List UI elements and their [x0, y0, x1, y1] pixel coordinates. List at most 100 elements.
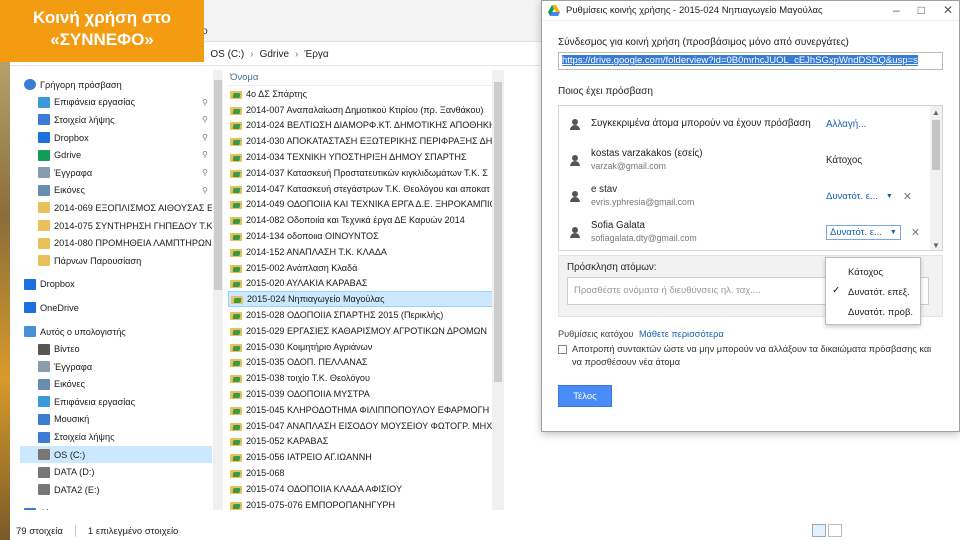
remove-person-icon[interactable]: ✕	[911, 226, 920, 239]
folder-row[interactable]: 2014-007 Αναπαλαίωση Δημοτικού Κτιρίου (…	[228, 102, 498, 118]
folder-row[interactable]: 2014-024 ΒΕΛΤΙΩΣΗ ΔΙΑΜΟΡΦ.ΚΤ. ΔΗΜΟΤΙΚΗΣ …	[228, 118, 498, 134]
scroll-thumb[interactable]	[932, 120, 940, 170]
folder-name: 2014-082 Οδοποιία και Τεχνικά έργα ΔΕ Κα…	[246, 215, 465, 226]
folder-name: 2015-039 ΟΔΟΠΟΙΙΑ ΜΥΣΤΡΑ	[246, 389, 370, 400]
sidebar-item[interactable]: Δίκτυο	[20, 505, 212, 510]
pin-icon[interactable]: ⚲	[202, 115, 208, 124]
sidebar-item-label: Γρήγορη πρόσβαση	[40, 79, 122, 90]
sidebar-item[interactable]: Dropbox ⚲	[20, 129, 212, 147]
sidebar-item[interactable]: OS (C:)	[20, 445, 212, 464]
sidebar-item[interactable]: Γρήγορη πρόσβαση	[20, 76, 212, 94]
details-view-icon[interactable]	[812, 524, 826, 537]
folder-row[interactable]: 2015-056 ΙΑΤΡΕΙΟ ΑΓ.ΙΩΑΝΝΗ	[228, 449, 498, 465]
minimize-icon[interactable]: –	[893, 3, 900, 17]
folder-row[interactable]: 2014-030 ΑΠΟΚΑΤΑΣΤΑΣΗ ΕΞΩΤΕΡΙΚΗΣ ΠΕΡΙΦΡΑ…	[228, 133, 498, 149]
folder-row[interactable]: 2015-074 ΟΔΟΠΟΙΙΑ ΚΛΑΔΑ ΑΦΙΣΙΟΥ	[228, 481, 498, 497]
folder-row[interactable]: 2015-075-076 ΕΜΠΟΡΟΠΑΝΗΓΥΡΗ	[228, 497, 498, 510]
sidebar-item[interactable]: Έγγραφα ⚲	[20, 164, 212, 182]
sidebar-item[interactable]: OneDrive	[20, 299, 212, 317]
navigation-pane: Γρήγορη πρόσβαση Επιφάνεια εργασίας ⚲ Στοιχ…	[20, 70, 212, 510]
remove-person-icon[interactable]: ✕	[903, 190, 912, 203]
synced-folder-icon	[230, 389, 242, 400]
tiles-view-icon[interactable]	[828, 524, 842, 537]
folder-row[interactable]: 2014-082 Οδοποιία και Τεχνικά έργα ΔΕ Κα…	[228, 212, 498, 228]
sidebar-item[interactable]: Επιφάνεια εργασίας	[20, 393, 212, 411]
folder-row[interactable]: 2014-049 ΟΔΟΠΟΙΙΑ ΚΑΙ ΤΕΧΝΙΚΑ ΕΡΓΑ Δ.Ε. …	[228, 197, 498, 213]
folder-row[interactable]: 2014-047 Κατασκευή στεγάστρων Τ.Κ. Θεολό…	[228, 181, 498, 197]
dropbox-icon	[38, 132, 50, 144]
people-scrollbar[interactable]: ▲ ▼	[930, 106, 942, 250]
sidebar-item[interactable]: DATA2 (E:)	[20, 481, 212, 499]
permission-option[interactable]: Κάτοχος	[826, 262, 920, 282]
prevent-editors-checkbox[interactable]	[558, 345, 567, 354]
folder-row[interactable]: 2015-024 Νηπιαγωγείο Μαγούλας	[228, 291, 498, 308]
sidebar-item[interactable]: 2014-080 ΠΡΟΜΗΘΕΙΑ ΛΑΜΠΤΗΡΩΝ ΚΗ	[20, 234, 212, 252]
folder-row[interactable]: 2015-047 ΑΝΑΠΛΑΣΗ ΕΙΣΟΔΟΥ ΜΟΥΣΕΙΟΥ ΦΩΤΟΓ…	[228, 418, 498, 434]
folder-row[interactable]: 2015-030 Κοιμητήριο Αγριάνων	[228, 339, 498, 355]
folder-row[interactable]: 2015-038 τοιχίο Τ.Κ. Θεολόγου	[228, 370, 498, 386]
synced-folder-icon	[230, 310, 242, 321]
breadcrumb[interactable]: › OS (C:) › Gdrive › Έργα	[195, 46, 329, 64]
column-header-name[interactable]: Όνομα	[228, 70, 498, 86]
breadcrumb-segment[interactable]: OS (C:)	[210, 49, 244, 60]
sidebar-item[interactable]: Στοιχεία λήψης	[20, 428, 212, 446]
sidebar-item[interactable]: Επιφάνεια εργασίας ⚲	[20, 94, 212, 112]
sidebar-item[interactable]: Dropbox	[20, 276, 212, 294]
nav-scrollbar[interactable]	[213, 70, 223, 510]
learn-more-link[interactable]: Μάθετε περισσότερα	[639, 329, 724, 339]
sidebar-item[interactable]: 2014-069 ΕΞΟΠΛΙΣΜΟΣ ΑΙΘΟΥΣΑΣ ΕΚΔΗ	[20, 199, 212, 217]
maximize-icon[interactable]: □	[918, 3, 925, 17]
folder-name: 2014-030 ΑΠΟΚΑΤΑΣΤΑΣΗ ΕΞΩΤΕΡΙΚΗΣ ΠΕΡΙΦΡΑ…	[246, 136, 498, 147]
scroll-thumb[interactable]	[494, 82, 502, 382]
folder-row[interactable]: 4ο ΔΣ Σπάρτης	[228, 86, 498, 102]
done-button[interactable]: Τέλος	[558, 385, 612, 407]
folder-row[interactable]: 2015-052 ΚΑΡΑΒΑΣ	[228, 434, 498, 450]
sidebar-item[interactable]: Εικόνες	[20, 376, 212, 394]
pin-icon[interactable]: ⚲	[202, 133, 208, 142]
folder-row[interactable]: 2014-037 Κατασκευή Προστατευτικών κιγκλι…	[228, 165, 498, 181]
permission-option[interactable]: Δυνατότ. προβ.	[826, 302, 920, 322]
pin-icon[interactable]: ⚲	[202, 98, 208, 107]
folder-row[interactable]: 2015-028 ΟΔΟΠΟΙΙΑ ΣΠΑΡΤΗΣ 2015 (Περικλής…	[228, 307, 498, 323]
pin-icon[interactable]: ⚲	[202, 168, 208, 177]
sidebar-item[interactable]: Μουσική	[20, 411, 212, 429]
sidebar-item[interactable]: Αυτός ο υπολογιστής	[20, 323, 212, 341]
folder-row[interactable]: 2014-034 ΤΕΧΝΙΚΗ ΥΠΟΣΤΗΡΙΞΗ ΔΗΜΟΥ ΣΠΑΡΤΗ…	[228, 149, 498, 165]
folder-row[interactable]: 2015-035 ΟΔΟΠ. ΠΕΛΛΑΝΑΣ	[228, 355, 498, 371]
scroll-down-icon[interactable]: ▼	[932, 241, 940, 250]
share-link-field[interactable]: https://drive.google.com/folderview?id=0…	[558, 52, 943, 70]
folder-icon	[38, 255, 50, 267]
breadcrumb-segment[interactable]: Gdrive	[260, 49, 289, 60]
sidebar-item[interactable]: Gdrive ⚲	[20, 146, 212, 164]
permission-select[interactable]: Δυνατότ. ε... ▼	[826, 191, 893, 202]
folder-row[interactable]: 2015-045 ΚΛΗΡΟΔΟΤΗΜΑ ΦΙΛΙΠΠΟΠΟΥΛΟΥ ΕΦΑΡΜ…	[228, 402, 498, 418]
person-email: varzak@gmail.com	[591, 161, 666, 171]
scroll-thumb[interactable]	[214, 80, 222, 290]
sidebar-item-label: Επιφάνεια εργασίας	[54, 97, 136, 108]
share-link-url[interactable]: https://drive.google.com/folderview?id=0…	[562, 55, 918, 66]
folder-row[interactable]: 2015-020 ΑΥΛΑΚΙΑ ΚΑΡΑΒΑΣ	[228, 276, 498, 292]
sidebar-item[interactable]: Εικόνες ⚲	[20, 182, 212, 200]
folder-row[interactable]: 2015-039 ΟΔΟΠΟΙΙΑ ΜΥΣΤΡΑ	[228, 386, 498, 402]
folder-row[interactable]: 2015-029 ΕΡΓΑΣΙΕΣ ΚΑΘΑΡΙΣΜΟΥ ΑΓΡΟΤΙΚΩΝ Δ…	[228, 323, 498, 339]
sidebar-item[interactable]: Πάρνων Παρουσίαση	[20, 252, 212, 270]
sidebar-item[interactable]: Βίντεο	[20, 340, 212, 358]
pin-icon[interactable]: ⚲	[202, 150, 208, 159]
folder-row[interactable]: 2014-134 οδοποιια ΟΙΝΟΥΝΤΟΣ	[228, 228, 498, 244]
sidebar-item[interactable]: Έγγραφα	[20, 358, 212, 376]
breadcrumb-segment[interactable]: Έργα	[304, 49, 328, 60]
folder-row[interactable]: 2015-002 Ανάπλαση Κλαδά	[228, 260, 498, 276]
file-scrollbar[interactable]	[492, 70, 504, 510]
folder-row[interactable]: 2015-068	[228, 465, 498, 481]
scroll-up-icon[interactable]: ▲	[932, 108, 940, 117]
sidebar-item[interactable]: DATA (D:)	[20, 463, 212, 481]
change-access-link[interactable]: Αλλαγή...	[826, 119, 916, 130]
close-icon[interactable]: ✕	[943, 3, 953, 17]
folder-row[interactable]: 2014-152 ΑΝΑΠΛΑΣΗ Τ.Κ. ΚΛΑΔΑ	[228, 244, 498, 260]
prevent-editors-option[interactable]: Αποτροπή συντακτών ώστε να μην μπορούν ν…	[558, 343, 943, 369]
permission-option[interactable]: ✓ Δυνατότ. επεξ.	[826, 282, 920, 302]
permission-select[interactable]: Δυνατότ. ε... ▼	[826, 224, 901, 240]
pin-icon[interactable]: ⚲	[202, 186, 208, 195]
sidebar-item[interactable]: Στοιχεία λήψης ⚲	[20, 111, 212, 129]
sidebar-item[interactable]: 2014-075 ΣΥΝΤΗΡΗΣΗ ΓΗΠΕΔΟΥ Τ.Κ Λ	[20, 217, 212, 235]
